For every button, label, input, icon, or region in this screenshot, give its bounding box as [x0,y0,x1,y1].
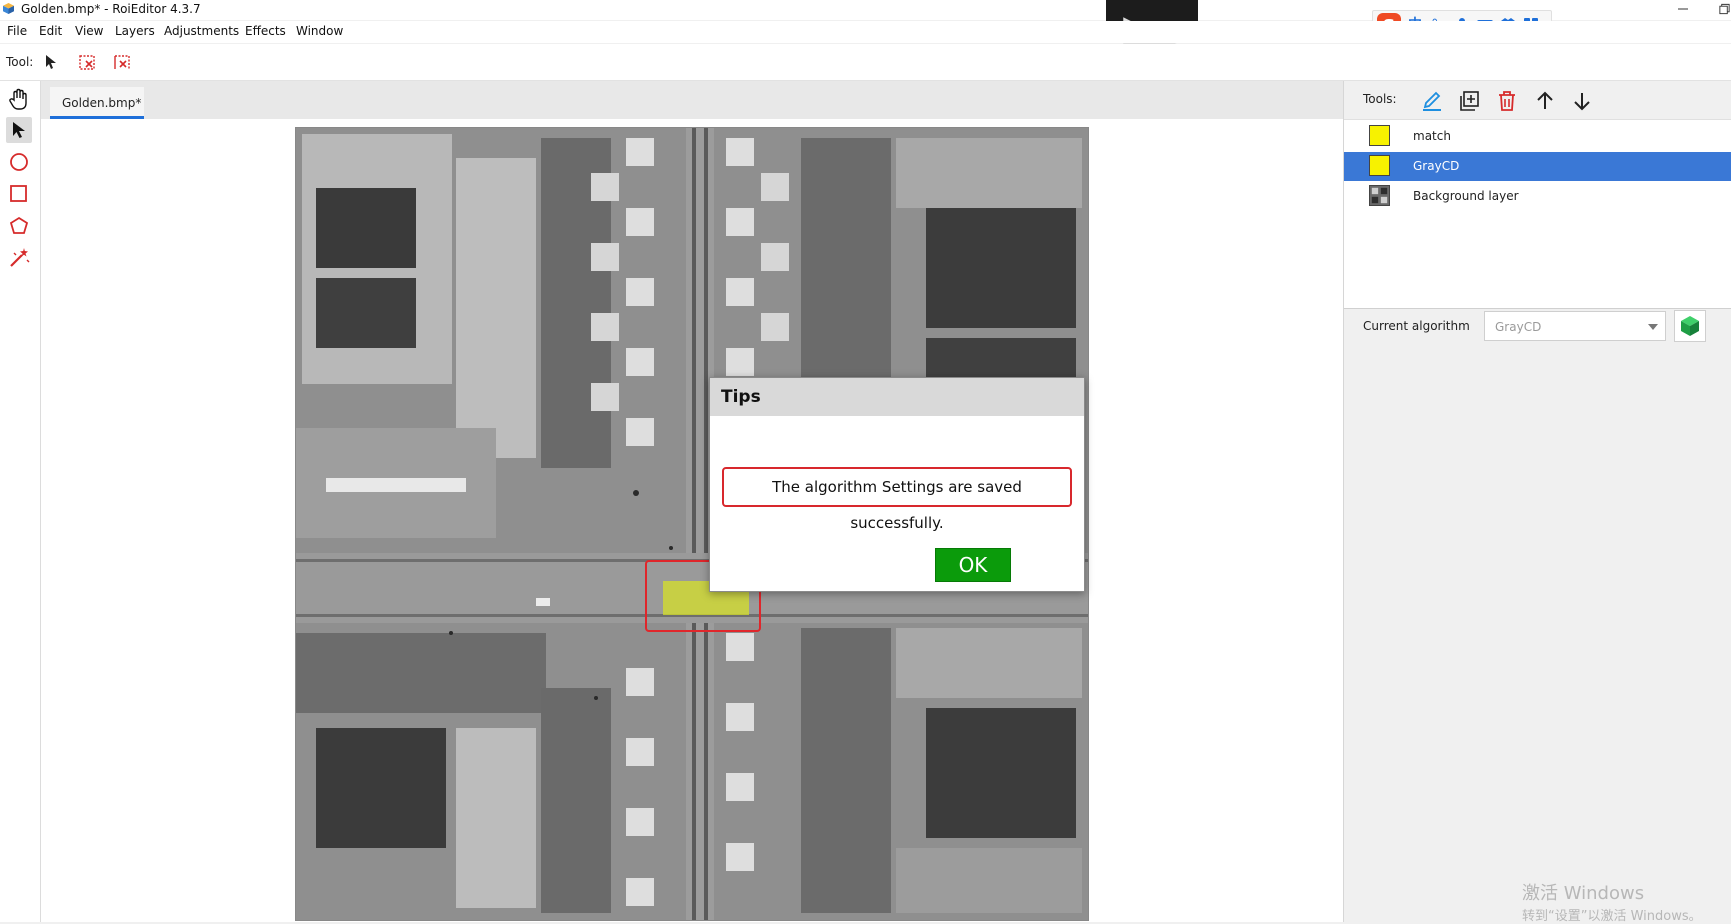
background-thumbnail-icon [1369,185,1390,206]
menu-adjustments[interactable]: Adjustments [164,24,239,38]
current-algorithm-label: Current algorithm [1363,319,1470,333]
activation-watermark-title: 激活 Windows [1522,883,1645,904]
tab-label: Golden.bmp* [62,96,142,110]
hand-icon[interactable] [6,87,32,113]
menu-window[interactable]: Window [296,24,343,38]
edit-pencil-icon[interactable] [1419,88,1445,114]
chevron-down-icon [1648,324,1658,330]
move-up-icon[interactable] [1532,88,1558,114]
dialog-title: Tips [721,387,761,407]
algorithm-select[interactable]: GrayCD [1484,311,1666,341]
rectangle-icon[interactable] [6,181,32,207]
restore-icon[interactable] [1718,2,1731,16]
layer-row-background[interactable]: Background layer [1344,182,1731,211]
algorithm-settings-button[interactable] [1674,310,1706,342]
green-cube-icon [1681,316,1699,336]
clear-all-selection-icon[interactable] [113,52,133,72]
app-cube-icon [3,3,14,14]
toolbar: Tool: [0,44,1731,81]
layer-color-swatch [1369,125,1390,146]
menu-layers[interactable]: Layers [115,24,155,38]
layer-row-match[interactable]: match [1344,122,1731,151]
delete-layer-icon[interactable] [1494,88,1520,114]
document-tab-strip: Golden.bmp* [41,81,1343,119]
tips-dialog: Tips The algorithm Settings are saved su… [709,377,1085,592]
add-layer-icon[interactable] [1457,88,1483,114]
activation-watermark-subtitle: 转到“设置”以激活 Windows。 [1522,909,1702,924]
layer-color-swatch [1369,155,1390,176]
dialog-message: The algorithm Settings are saved success… [722,467,1072,532]
menu-bar: File Edit View Layers Adjustments Effect… [0,21,1731,43]
dialog-header: Tips [710,378,1084,416]
minimize-icon[interactable] [1676,2,1690,16]
polygon-icon[interactable] [6,213,32,239]
tool-label: Tool: [6,55,34,69]
layer-name: Background layer [1413,189,1519,203]
algorithm-select-value: GrayCD [1495,320,1542,334]
right-panel: Tools: match GrayCD Background layer Cur… [1343,81,1731,922]
layer-name: match [1413,129,1451,143]
document-area: Golden.bmp* [41,81,1343,922]
circle-icon[interactable] [6,149,32,175]
left-tool-strip [0,81,41,922]
arrow-select-icon[interactable] [6,117,32,143]
clear-selection-icon[interactable] [78,52,98,72]
layer-tools-label: Tools: [1363,92,1397,106]
layer-name: GrayCD [1413,159,1460,173]
menu-edit[interactable]: Edit [39,24,62,38]
menu-effects[interactable]: Effects [245,24,286,38]
move-down-icon[interactable] [1569,88,1595,114]
layer-row-graycd[interactable]: GrayCD [1344,152,1731,181]
window-title: Golden.bmp* - RoiEditor 4.3.7 [21,2,201,16]
ok-button[interactable]: OK [935,548,1011,582]
current-tool-arrow-icon[interactable] [41,52,61,72]
layers-list: match GrayCD Background layer [1344,119,1731,309]
tab-golden-bmp[interactable]: Golden.bmp* [50,87,144,119]
menu-view[interactable]: View [75,24,103,38]
menu-file[interactable]: File [7,24,27,38]
magic-wand-icon[interactable] [6,245,32,271]
